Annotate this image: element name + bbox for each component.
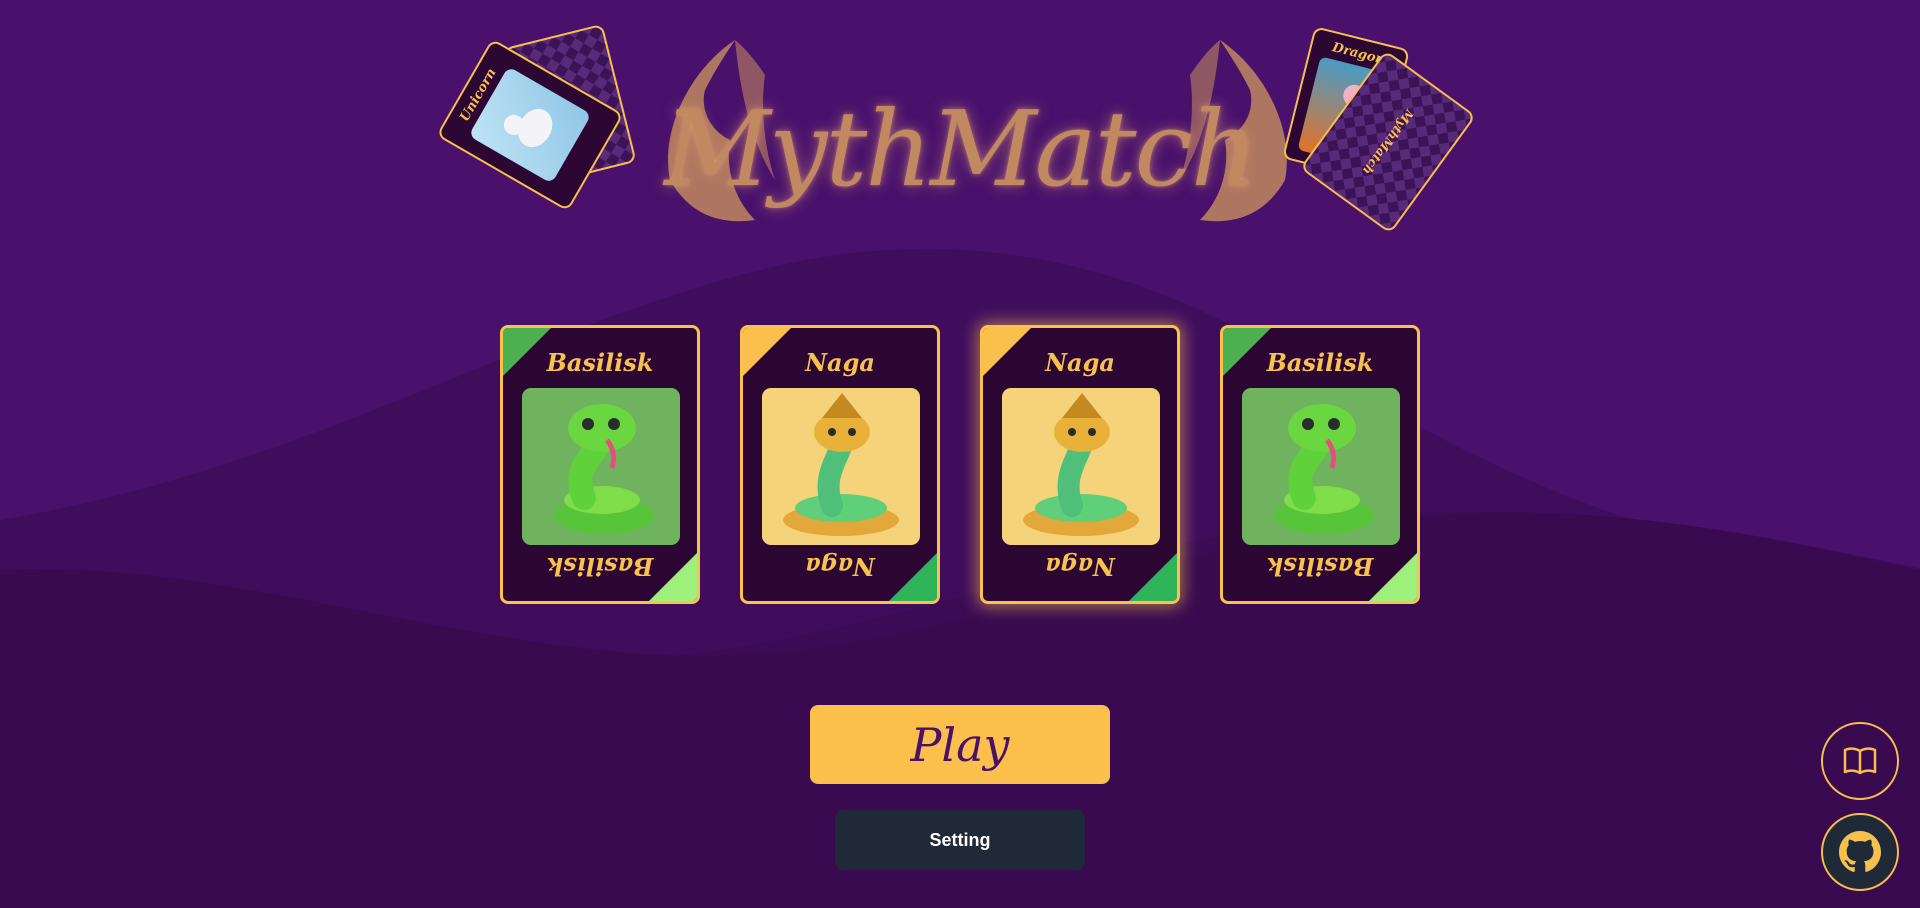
card-name: Naga: [805, 348, 875, 377]
card-name: Naga: [1045, 348, 1115, 377]
naga-art: [762, 388, 920, 545]
github-button[interactable]: [1821, 813, 1899, 891]
book-icon: [1843, 747, 1877, 775]
card-name-flipped: Basilisk: [546, 552, 654, 581]
memory-card[interactable]: Basilisk Basilisk: [1220, 325, 1420, 604]
basilisk-art: [1242, 388, 1400, 545]
card-name-flipped: Naga: [805, 552, 875, 581]
setting-button[interactable]: Setting: [835, 810, 1085, 870]
basilisk-art: [522, 388, 680, 545]
naga-art: [1002, 388, 1160, 545]
card-name: Basilisk: [1266, 348, 1374, 377]
rules-button[interactable]: [1821, 722, 1899, 800]
memory-card-highlighted[interactable]: Naga Naga: [980, 325, 1180, 604]
memory-card[interactable]: Naga Naga: [740, 325, 940, 604]
github-icon: [1839, 831, 1881, 872]
card-name-flipped: Naga: [1045, 552, 1115, 581]
card-name-flipped: Basilisk: [1266, 552, 1374, 581]
memory-card[interactable]: Basilisk Basilisk: [500, 325, 700, 604]
play-button[interactable]: Play: [810, 705, 1110, 784]
card-name: Basilisk: [546, 348, 654, 377]
